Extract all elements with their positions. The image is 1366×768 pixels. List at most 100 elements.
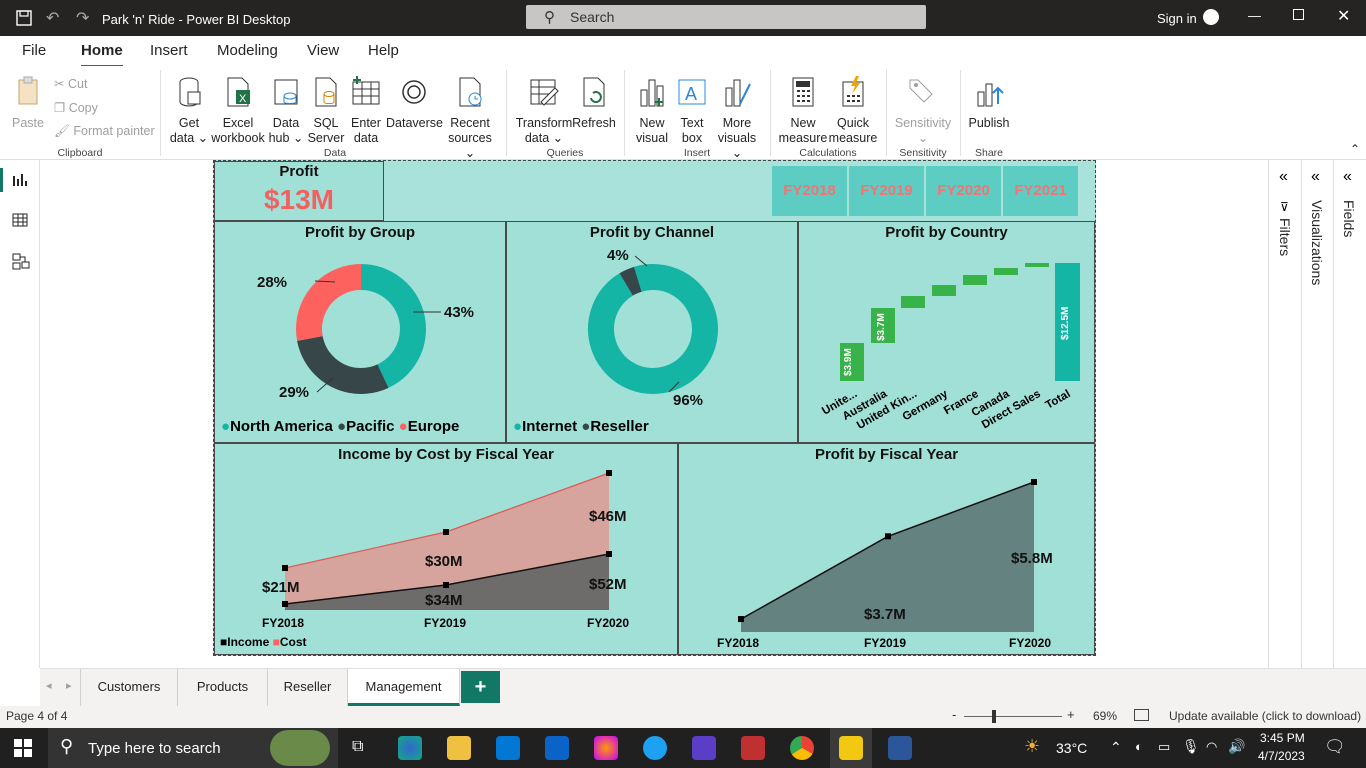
country-data-label: $12.5M [1060, 306, 1071, 340]
collapse-visualizations-icon[interactable]: « [1311, 168, 1320, 186]
firefox-icon[interactable] [594, 736, 618, 760]
mail-icon[interactable] [545, 736, 569, 760]
income-label-fy2019: $34M [425, 592, 463, 609]
chrome-icon[interactable] [790, 736, 814, 760]
collapse-filters-icon[interactable]: « [1279, 168, 1288, 186]
microphone-icon[interactable]: 🎙 [1182, 738, 1200, 755]
slicer-fy2018[interactable]: FY2018 [772, 166, 847, 216]
undo-icon[interactable]: ↶ [46, 8, 59, 28]
menu-help[interactable]: Help [368, 42, 399, 59]
power-automate-icon[interactable] [692, 736, 716, 760]
tab-products[interactable]: Products [178, 669, 268, 706]
minimize-icon[interactable]: — [1248, 8, 1261, 23]
weather-temp[interactable]: 33°C [1056, 740, 1087, 756]
search-box[interactable]: ⚲ Search [526, 5, 926, 29]
clock-time[interactable]: 3:45 PM [1260, 731, 1305, 745]
close-icon[interactable]: ✕ [1337, 6, 1350, 26]
data-view-icon[interactable] [12, 212, 28, 228]
save-icon[interactable] [16, 10, 32, 26]
fields-pane-tab[interactable]: Fields [1341, 200, 1357, 237]
menu-insert[interactable]: Insert [150, 42, 188, 59]
collapse-ribbon-icon[interactable]: ⌃ [1350, 142, 1360, 156]
publish-button[interactable]: Publish [966, 76, 1012, 131]
x-tick-fy2020: FY2020 [1009, 636, 1052, 650]
menu-home[interactable]: Home [81, 42, 123, 68]
tray-chevron-icon[interactable]: ⌃ [1110, 739, 1122, 756]
zoom-out-button[interactable]: - [952, 707, 956, 722]
slicer-fy2021[interactable]: FY2021 [1003, 166, 1078, 216]
refresh-button[interactable]: Refresh [572, 76, 616, 131]
volume-icon[interactable]: 🔊 [1228, 738, 1245, 755]
dataverse-button[interactable]: Dataverse [386, 76, 443, 131]
data-hub-button[interactable]: Data hub ⌄ [266, 76, 306, 146]
filters-pane-tab[interactable]: Filters [1277, 218, 1293, 256]
word-icon[interactable] [888, 736, 912, 760]
report-view-icon[interactable] [12, 172, 28, 188]
get-data-button[interactable]: Get data ⌄ [168, 76, 210, 146]
tab-scroll-left-icon[interactable]: ◂ [46, 679, 52, 692]
zoom-in-button[interactable]: + [1067, 707, 1075, 722]
sign-in-link[interactable]: Sign in [1157, 11, 1197, 26]
slicer-fy2019[interactable]: FY2019 [849, 166, 924, 216]
x-tick-fy2019: FY2019 [864, 636, 907, 650]
collapse-fields-icon[interactable]: « [1343, 168, 1352, 186]
income-by-cost-chart[interactable]: Income by Cost by Fiscal Year $21M $30M … [214, 443, 678, 655]
update-available-link[interactable]: Update available (click to download) [1169, 709, 1361, 723]
edge-icon[interactable] [398, 736, 422, 760]
taskbar-search[interactable]: ⚲ Type here to search [48, 728, 338, 768]
visualizations-pane-tab[interactable]: Visualizations [1309, 200, 1325, 285]
profit-by-channel-chart[interactable]: Profit by Channel 96% 4% ●Internet ●Rese… [506, 221, 798, 443]
tray-app-icon[interactable]: ◐ [1135, 739, 1143, 754]
recent-label-1: Recent [450, 116, 490, 130]
new-visual-button[interactable]: New visual [630, 76, 674, 146]
copy-button[interactable]: ❐ Copy [54, 100, 98, 115]
data-point [443, 529, 449, 535]
vlc-icon[interactable] [741, 736, 765, 760]
battery-icon[interactable]: ▭ [1158, 739, 1170, 755]
report-page[interactable]: Profit $13M FY2018 FY2019 FY2020 FY2021 … [213, 160, 1096, 656]
fit-to-page-icon[interactable] [1134, 709, 1149, 721]
slicer-fy2020[interactable]: FY2020 [926, 166, 1001, 216]
text-box-button[interactable]: A Text box [672, 76, 712, 146]
group-label-pacific: 29% [279, 384, 310, 401]
profit-by-country-chart[interactable]: Profit by Country $3.9M $3.7M $12.5M Uni… [798, 221, 1095, 443]
menu-file[interactable]: File [22, 42, 46, 59]
menu-modeling[interactable]: Modeling [217, 42, 278, 59]
windows-start-icon[interactable] [14, 739, 32, 757]
zoom-slider[interactable] [964, 716, 1062, 717]
maximize-icon[interactable] [1293, 9, 1304, 20]
redo-icon[interactable]: ↷ [76, 8, 89, 28]
file-explorer-icon[interactable] [447, 736, 471, 760]
weather-icon[interactable]: ☀ [1024, 736, 1040, 757]
paste-button[interactable]: Paste [10, 76, 46, 131]
store-icon[interactable] [496, 736, 520, 760]
model-view-icon[interactable] [12, 252, 30, 270]
profit-by-group-chart[interactable]: Profit by Group 43% 29% 28% ●North Ameri… [214, 221, 506, 443]
cut-button[interactable]: ✂ Cut [54, 76, 87, 91]
clock-date[interactable]: 4/7/2023 [1258, 749, 1305, 763]
format-painter-button[interactable]: 🖌 Format painter [54, 124, 155, 139]
excel-workbook-button[interactable]: X Excel workbook [210, 76, 266, 146]
tab-customers[interactable]: Customers [80, 669, 178, 706]
sql-server-button[interactable]: SQL Server [306, 76, 346, 146]
tab-management[interactable]: Management [348, 669, 460, 706]
avatar[interactable] [1203, 9, 1219, 25]
quick-measure-button[interactable]: Quick measure [828, 76, 878, 146]
new-measure-button[interactable]: New measure [778, 76, 828, 146]
enter-data-button[interactable]: Enter data [346, 76, 386, 146]
zoom-slider-thumb[interactable] [992, 710, 996, 723]
wifi-icon[interactable]: ◠ [1206, 739, 1217, 755]
twitter-icon[interactable] [643, 736, 667, 760]
recent-sources-button[interactable]: Recent sources ⌄ [442, 76, 498, 161]
notifications-icon[interactable]: 🗨 [1324, 737, 1346, 757]
profit-card[interactable]: Profit $13M [214, 161, 384, 221]
power-bi-taskbar-button[interactable] [830, 728, 872, 768]
add-page-button[interactable]: + [461, 671, 500, 703]
tab-reseller[interactable]: Reseller [268, 669, 348, 706]
menu-view[interactable]: View [307, 42, 339, 59]
sensitivity-button[interactable]: Sensitivity ⌄ [892, 76, 954, 146]
tab-scroll-right-icon[interactable]: ▸ [66, 679, 72, 692]
transform-data-button[interactable]: Transform data ⌄ [514, 76, 574, 146]
task-view-icon[interactable]: ⧉ [352, 738, 363, 756]
profit-by-fiscal-year-chart[interactable]: Profit by Fiscal Year $3.7M $5.8M FY2018… [678, 443, 1095, 655]
